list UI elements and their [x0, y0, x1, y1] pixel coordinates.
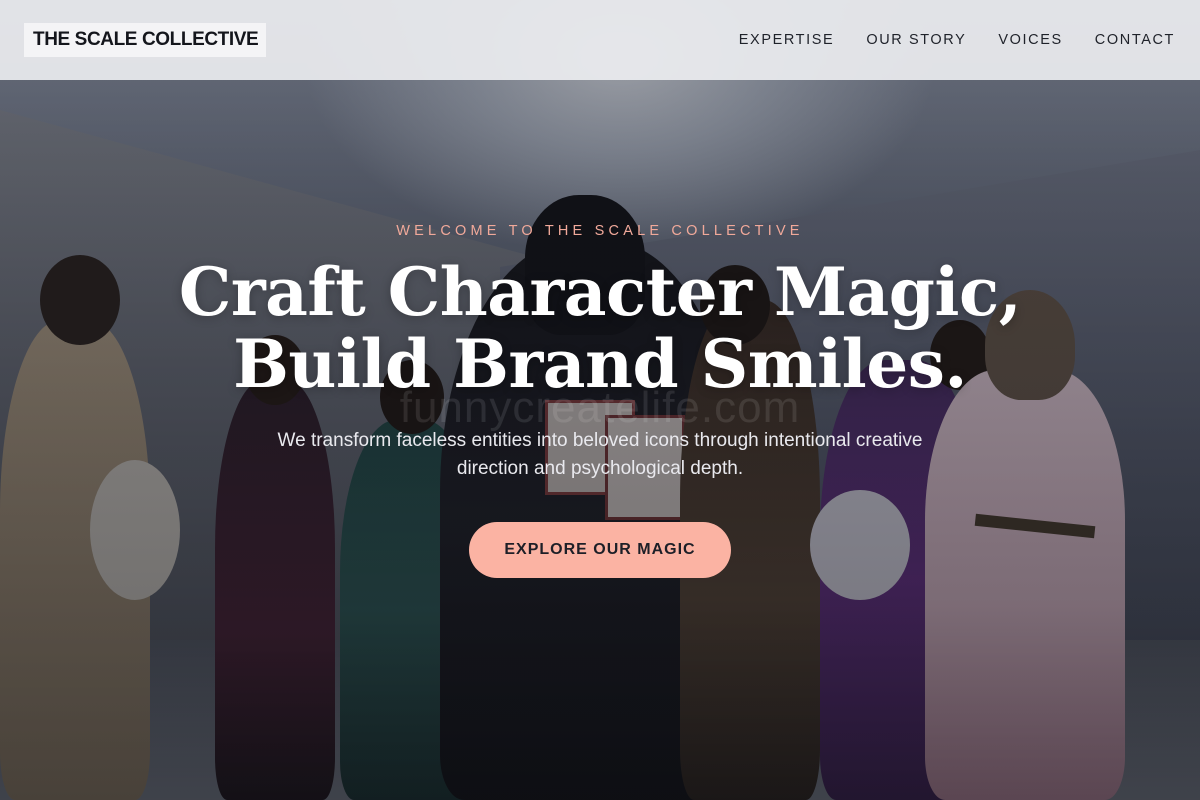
watermark-text: funnycreatelife.com [399, 383, 801, 432]
nav-link-our-story[interactable]: OUR STORY [866, 32, 966, 48]
nav-link-expertise[interactable]: EXPERTISE [739, 32, 835, 48]
site-logo[interactable]: THE SCALE COLLECTIVE [24, 23, 267, 57]
nav-link-voices[interactable]: VOICES [998, 32, 1062, 48]
hero-eyebrow: WELCOME TO THE SCALE COLLECTIVE [396, 223, 804, 239]
nav-link-contact[interactable]: CONTACT [1095, 32, 1175, 48]
explore-magic-button[interactable]: EXPLORE OUR MAGIC [469, 522, 731, 578]
main-nav: EXPERTISE OUR STORY VOICES CONTACT [739, 32, 1176, 48]
site-header: THE SCALE COLLECTIVE EXPERTISE OUR STORY… [0, 0, 1200, 80]
hero-subheading: We transform faceless entities into belo… [277, 430, 923, 479]
hero-section: WELCOME TO THE SCALE COLLECTIVE Craft Ch… [0, 0, 1200, 800]
hero-headline-line-1: Craft Character Magic, [178, 253, 1022, 331]
hero-headline: Craft Character Magic, Build Brand Smile… [0, 256, 1200, 400]
